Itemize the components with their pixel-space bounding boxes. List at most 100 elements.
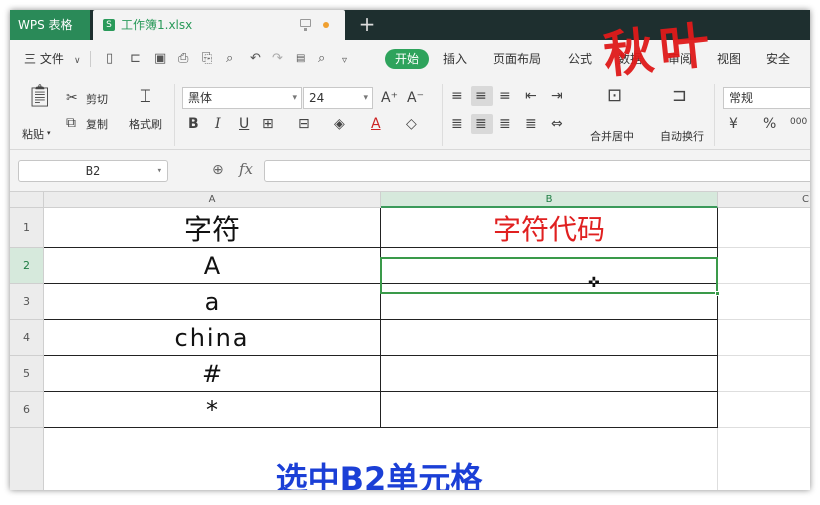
wrap-text-button[interactable]: 自动换行 [660, 128, 704, 144]
number-format-select[interactable]: 常规 [723, 87, 810, 109]
file-menu[interactable]: 三 文件 [24, 40, 64, 78]
row-header-7[interactable] [10, 428, 44, 490]
align-middle-icon[interactable]: ≡ [475, 88, 487, 104]
wrap-text-icon[interactable]: ⊐ [672, 87, 687, 105]
zoom-search-icon[interactable]: ⊕ [212, 162, 224, 178]
column-header-b[interactable]: B [381, 192, 718, 208]
cell-c1[interactable] [718, 208, 810, 248]
paste-icon[interactable]: 📋︎ [26, 86, 54, 108]
cell-a2[interactable]: A [44, 248, 381, 284]
new-file-icon[interactable]: ▯ [106, 52, 113, 66]
select-all-corner[interactable] [10, 192, 44, 208]
percent-button[interactable]: % [763, 116, 776, 132]
align-center-icon[interactable]: ≣ [475, 116, 487, 132]
paste-button[interactable]: 粘贴 [22, 126, 44, 142]
shrink-font-button[interactable]: A⁻ [407, 90, 424, 106]
align-right-icon[interactable]: ≣ [499, 116, 511, 132]
cell-a4[interactable]: china [44, 320, 381, 356]
justify-icon[interactable]: ≣ [525, 116, 537, 132]
borders-icon[interactable]: ⊞ [262, 116, 274, 132]
fx-icon[interactable]: fx [239, 160, 253, 178]
font-color-icon[interactable]: A [371, 116, 381, 132]
italic-button[interactable]: I [215, 116, 221, 132]
redo-icon[interactable]: ↷ [272, 52, 283, 66]
format-painter-button[interactable]: 格式刷 [129, 116, 162, 132]
new-tab-button[interactable]: + [355, 10, 379, 40]
cell-a3[interactable]: a [44, 284, 381, 320]
font-name-select[interactable]: 黑体 ▾ [182, 87, 302, 109]
monitor-icon[interactable] [300, 19, 311, 31]
preview-icon[interactable]: ⌕ [226, 52, 233, 66]
cell-b4[interactable] [381, 320, 718, 356]
format-painter-icon[interactable]: ⌶ [140, 88, 151, 106]
align-bottom-icon[interactable]: ≡ [499, 88, 511, 104]
tab-start[interactable]: 开始 [385, 49, 429, 69]
ribbon-toolbar: 📋︎ 粘贴 ▾ ✂ 剪切 ⧉ 复制 ⌶ 格式刷 黑体 ▾ 24 ▾ A⁺ A⁻ B … [10, 78, 810, 150]
chevron-down-icon[interactable]: ∨ [74, 54, 81, 68]
cell-c6[interactable] [718, 392, 810, 428]
bold-button[interactable]: B [188, 116, 199, 132]
name-box[interactable]: B2 ▾ [18, 160, 168, 182]
row-header-2[interactable]: 2 [10, 248, 44, 284]
row-header-6[interactable]: 6 [10, 392, 44, 428]
row-header-5[interactable]: 5 [10, 356, 44, 392]
cut-button[interactable]: 剪切 [86, 91, 108, 107]
cell-b1[interactable]: 字符代码 [381, 208, 718, 248]
tab-security[interactable]: 安全 [766, 40, 790, 78]
currency-icon[interactable]: ¥ [729, 116, 738, 132]
formula-input[interactable] [264, 160, 810, 182]
more-chevron-icon[interactable]: ▿ [342, 54, 347, 68]
group-divider [442, 84, 443, 146]
search-icon[interactable]: ⌕ [318, 52, 325, 66]
row-header-3[interactable]: 3 [10, 284, 44, 320]
scissors-icon[interactable]: ✂ [66, 90, 78, 106]
paste-dropdown-icon[interactable]: ▾ [47, 129, 51, 137]
thousands-separator-icon[interactable]: 000 [790, 114, 807, 130]
chevron-down-icon: ▾ [292, 93, 297, 103]
cell-a6[interactable]: * [44, 392, 381, 428]
distribute-icon[interactable]: ⇔ [551, 116, 563, 132]
cell-b6[interactable] [381, 392, 718, 428]
font-size-select[interactable]: 24 ▾ [303, 87, 373, 109]
fill-style-icon[interactable]: ⊟ [298, 116, 310, 132]
save-icon[interactable]: ▣ [154, 52, 166, 66]
align-left-icon[interactable]: ≣ [451, 116, 463, 132]
column-header-c[interactable]: C [718, 192, 810, 208]
row-header-4[interactable]: 4 [10, 320, 44, 356]
clear-format-icon[interactable]: ◇ [406, 116, 417, 132]
tab-formulas[interactable]: 公式 [568, 40, 592, 78]
copy-icon[interactable]: ⧉ [66, 115, 76, 131]
copy-button[interactable]: 复制 [86, 116, 108, 132]
align-top-icon[interactable]: ≡ [451, 88, 463, 104]
merge-center-icon[interactable]: ⊡ [607, 87, 622, 105]
cell-c5[interactable] [718, 356, 810, 392]
cell-c7[interactable] [718, 428, 810, 490]
fill-handle[interactable] [715, 291, 720, 296]
print-preview-icon[interactable]: ⎘ [202, 52, 212, 66]
undo-icon[interactable]: ↶ [250, 52, 261, 66]
document-tab-label: 工作簿1.xlsx [121, 18, 193, 32]
open-folder-icon[interactable]: ⊏ [130, 52, 141, 66]
column-header-a[interactable]: A [44, 192, 381, 208]
cell-a5[interactable]: # [44, 356, 381, 392]
cell-b5[interactable] [381, 356, 718, 392]
cell-c3[interactable] [718, 284, 810, 320]
spreadsheet-grid: A B C 1 2 3 4 5 6 字符 A a china # * 字符代码 [10, 192, 810, 490]
increase-indent-icon[interactable]: ⇥ [551, 88, 563, 104]
pdf-icon[interactable]: ▤ [296, 52, 305, 66]
print-icon[interactable]: ⎙ [178, 52, 188, 66]
grow-font-button[interactable]: A⁺ [381, 90, 398, 106]
merge-center-button[interactable]: 合并居中 [590, 128, 634, 144]
row-header-1[interactable]: 1 [10, 208, 44, 248]
document-tab[interactable]: S 工作簿1.xlsx [93, 10, 345, 40]
cell-c4[interactable] [718, 320, 810, 356]
tab-page-layout[interactable]: 页面布局 [493, 40, 541, 78]
cell-c2[interactable] [718, 248, 810, 284]
decrease-indent-icon[interactable]: ⇤ [525, 88, 537, 104]
cell-a1[interactable]: 字符 [44, 208, 381, 248]
underline-button[interactable]: U [239, 116, 249, 132]
tab-insert[interactable]: 插入 [443, 40, 467, 78]
fill-color-icon[interactable]: ◈ [334, 116, 345, 132]
app-tab[interactable]: WPS 表格 [10, 10, 90, 40]
tab-view[interactable]: 视图 [717, 40, 741, 78]
